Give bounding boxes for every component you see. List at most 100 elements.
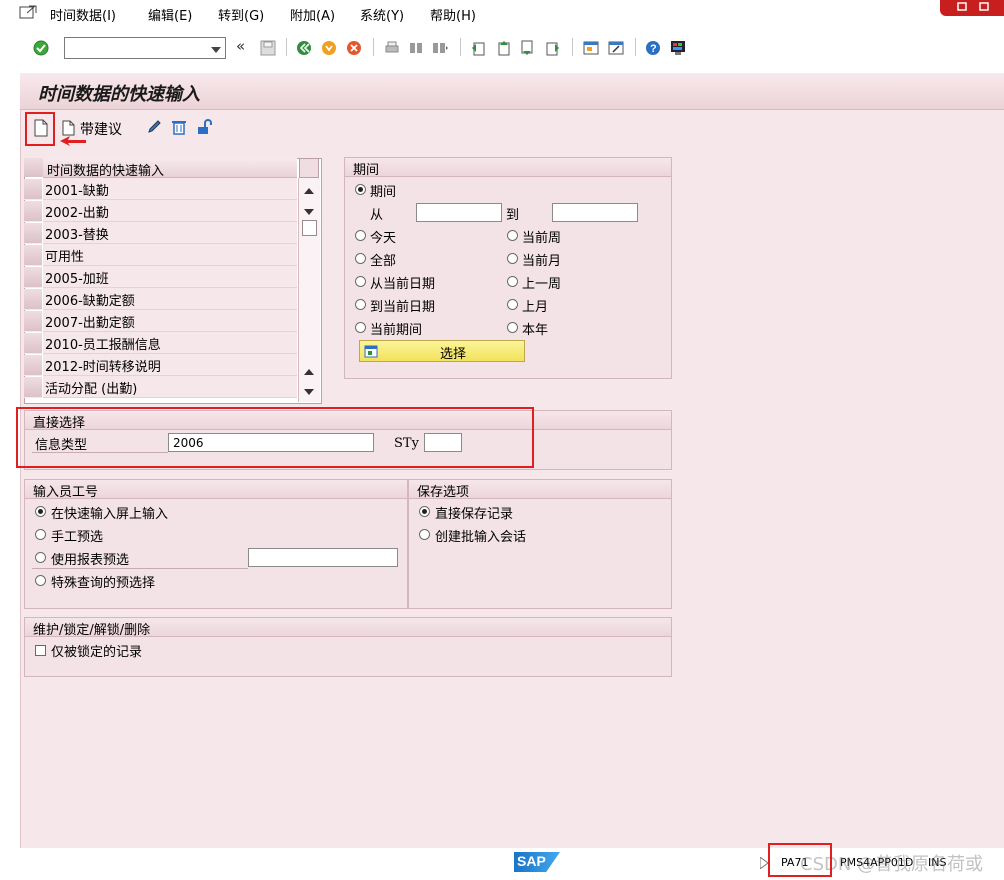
radio-all[interactable] bbox=[355, 253, 366, 264]
new-session-icon[interactable] bbox=[583, 40, 599, 56]
menu-system[interactable]: 系统(Y) bbox=[360, 5, 404, 24]
scroll-up-icon[interactable] bbox=[304, 184, 314, 199]
command-field[interactable] bbox=[64, 37, 226, 59]
table-row-selector[interactable] bbox=[24, 311, 42, 332]
svg-text:?: ? bbox=[650, 43, 657, 55]
table-select-all[interactable] bbox=[24, 158, 43, 177]
option-label: 手工预选 bbox=[51, 530, 104, 545]
with-proposal-button[interactable]: 带建议 bbox=[80, 119, 122, 139]
table-row-selector[interactable] bbox=[24, 245, 42, 266]
option-label: 上一周 bbox=[522, 277, 562, 292]
toolbar-divider bbox=[373, 38, 374, 56]
table-row-selector[interactable] bbox=[24, 355, 42, 376]
to-label: 到 bbox=[506, 208, 520, 223]
table-row-label: 2006-缺勤定额 bbox=[45, 294, 135, 309]
table-row-selector[interactable] bbox=[24, 267, 42, 288]
radio-create-batch-session[interactable] bbox=[419, 529, 430, 540]
page-title: 时间数据的快速输入 bbox=[38, 84, 200, 105]
radio-enter-on-fast-entry[interactable] bbox=[35, 506, 46, 517]
delete-trash-icon[interactable] bbox=[171, 119, 187, 135]
table-vertical-scrollbar[interactable] bbox=[298, 178, 320, 402]
table-column-config[interactable] bbox=[299, 158, 319, 178]
radio-current-period[interactable] bbox=[355, 322, 366, 333]
menu-time-data[interactable]: 时间数据(I) bbox=[50, 5, 116, 24]
create-document-icon[interactable] bbox=[33, 119, 49, 137]
radio-to-current-date[interactable] bbox=[355, 299, 366, 310]
menu-extras[interactable]: 附加(A) bbox=[290, 5, 335, 24]
next-page-icon[interactable] bbox=[520, 40, 536, 56]
personnel-input-header: 输入员工号 bbox=[25, 480, 407, 500]
window-close-button[interactable] bbox=[940, 0, 1004, 16]
previous-page-icon[interactable] bbox=[495, 40, 511, 56]
select-button[interactable]: 选择 bbox=[359, 340, 525, 362]
table-row-selector[interactable] bbox=[24, 223, 42, 244]
table-row-selector[interactable] bbox=[24, 377, 42, 398]
menu-goto[interactable]: 转到(G) bbox=[218, 5, 264, 24]
table-row-label: 活动分配 (出勤) bbox=[45, 382, 138, 397]
personnel-input-title: 输入员工号 bbox=[33, 485, 99, 500]
locked-records-only-label: 仅被锁定的记录 bbox=[51, 645, 143, 660]
unlock-icon[interactable] bbox=[196, 119, 212, 135]
period-option-label: 期间 bbox=[370, 185, 397, 200]
radio-period[interactable] bbox=[355, 184, 366, 195]
enter-check-icon[interactable] bbox=[33, 40, 49, 56]
scroll-thumb[interactable] bbox=[302, 220, 317, 236]
with-proposal-doc-icon[interactable] bbox=[62, 120, 78, 136]
first-page-icon[interactable] bbox=[470, 40, 486, 56]
status-expand-icon[interactable] bbox=[759, 856, 769, 873]
radio-current-month[interactable] bbox=[507, 253, 518, 264]
back-icon[interactable] bbox=[296, 40, 312, 56]
edit-pencil-icon[interactable] bbox=[146, 119, 162, 135]
cancel-icon[interactable] bbox=[346, 40, 362, 56]
radio-report-preselection[interactable] bbox=[35, 552, 46, 563]
sap-logo-text: SAP bbox=[517, 853, 546, 869]
radio-from-current-date[interactable] bbox=[355, 276, 366, 287]
find-icon[interactable] bbox=[408, 40, 424, 56]
maintain-title: 维护/锁定/解锁/删除 bbox=[33, 623, 151, 638]
radio-save-directly[interactable] bbox=[419, 506, 430, 517]
locked-records-only-checkbox[interactable] bbox=[35, 645, 46, 656]
help-icon[interactable]: ? bbox=[645, 40, 661, 56]
select-calendar-icon bbox=[364, 344, 378, 362]
maintain-header: 维护/锁定/解锁/删除 bbox=[25, 618, 671, 638]
toolbar-divider bbox=[286, 38, 287, 56]
option-label: 当前期间 bbox=[370, 323, 423, 338]
radio-current-year[interactable] bbox=[507, 322, 518, 333]
table-row-label: 2007-出勤定额 bbox=[45, 316, 135, 331]
exit-icon[interactable] bbox=[321, 40, 337, 56]
table-row-selector[interactable] bbox=[24, 179, 42, 200]
menu-help[interactable]: 帮助(H) bbox=[430, 5, 476, 24]
table-row-selector[interactable] bbox=[24, 289, 42, 310]
print-icon[interactable] bbox=[384, 40, 400, 56]
table-row-label: 2001-缺勤 bbox=[45, 184, 109, 199]
table-header-label: 时间数据的快速输入 bbox=[47, 164, 165, 179]
table-row-selector[interactable] bbox=[24, 333, 42, 354]
nav-collapse-icon[interactable]: « bbox=[236, 37, 245, 55]
scroll-down-icon[interactable] bbox=[304, 205, 314, 220]
customize-layout-icon[interactable] bbox=[670, 40, 686, 56]
radio-today[interactable] bbox=[355, 230, 366, 241]
table-row-label: 2010-员工报酬信息 bbox=[45, 338, 161, 353]
radio-manual-preselection[interactable] bbox=[35, 529, 46, 540]
shortcut-icon[interactable] bbox=[608, 40, 624, 56]
scroll-up-icon[interactable] bbox=[304, 365, 314, 380]
option-label: 从当前日期 bbox=[370, 277, 436, 292]
report-preselection-field[interactable] bbox=[248, 548, 398, 567]
save-icon[interactable] bbox=[260, 40, 276, 56]
table-row-selector[interactable] bbox=[24, 201, 42, 222]
radio-adhoc-query-preselection[interactable] bbox=[35, 575, 46, 586]
scroll-down-icon[interactable] bbox=[304, 385, 314, 400]
period-to-field[interactable] bbox=[552, 203, 638, 222]
table-row-label: 2002-出勤 bbox=[45, 206, 109, 221]
highlight-transaction-code bbox=[768, 843, 832, 877]
last-page-icon[interactable] bbox=[545, 40, 561, 56]
chevron-down-icon[interactable] bbox=[211, 43, 221, 58]
radio-last-week[interactable] bbox=[507, 276, 518, 287]
find-next-icon[interactable] bbox=[432, 40, 448, 56]
system-menu-icon[interactable] bbox=[18, 4, 38, 22]
toolbar-divider bbox=[635, 38, 636, 56]
radio-current-week[interactable] bbox=[507, 230, 518, 241]
radio-last-month[interactable] bbox=[507, 299, 518, 310]
menu-edit[interactable]: 编辑(E) bbox=[148, 5, 192, 24]
period-from-field[interactable] bbox=[416, 203, 502, 222]
